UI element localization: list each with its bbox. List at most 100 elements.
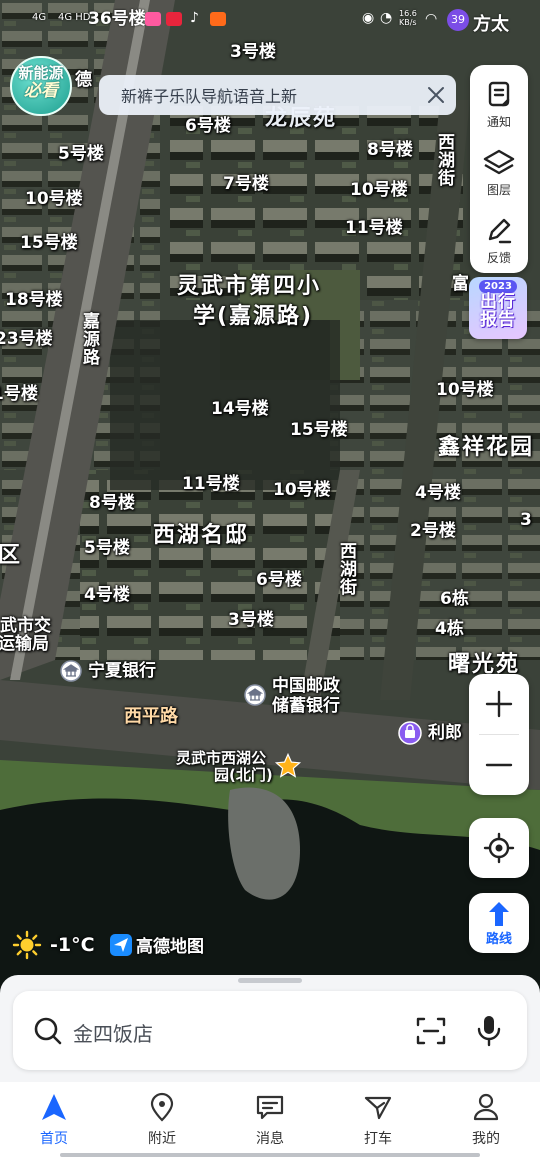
building-label[interactable]: 3号楼	[230, 44, 276, 61]
area-label-school-line2[interactable]: 学(嘉源路)	[193, 306, 313, 328]
building-label[interactable]: 10号楼	[350, 182, 408, 199]
wifi-icon: ◠	[425, 11, 438, 27]
poi-lilang[interactable]: 利郎	[398, 721, 462, 745]
building-label[interactable]: 11号楼	[182, 476, 240, 493]
building-label[interactable]: 10号楼	[273, 482, 331, 499]
brand-name: 高德地图	[136, 937, 204, 957]
route-button[interactable]: 路线	[469, 893, 529, 953]
building-label[interactable]: 15号楼	[290, 422, 348, 439]
tool-label: 反馈	[486, 251, 511, 265]
report-line1: 出行	[480, 292, 516, 312]
building-label[interactable]: 1号楼	[0, 386, 38, 403]
building-label[interactable]: 18号楼	[5, 292, 63, 309]
building-label[interactable]: 4栋	[435, 621, 464, 638]
bank-icon	[244, 684, 266, 706]
scan-icon[interactable]	[415, 1015, 447, 1047]
promo-line1: 新能源	[18, 64, 64, 82]
notification-icon	[488, 81, 510, 107]
close-icon[interactable]	[424, 83, 448, 107]
tab-taxi[interactable]: 打车	[338, 1092, 418, 1148]
microphone-icon[interactable]	[474, 1013, 504, 1049]
building-label[interactable]: 8号楼	[89, 495, 135, 512]
building-label-partial[interactable]: 3	[520, 512, 532, 529]
tab-home[interactable]: 首页	[14, 1092, 94, 1148]
app-icon	[145, 12, 161, 26]
crosshair-icon	[483, 832, 515, 864]
satellite-map[interactable]: 3号楼 6号楼 8号楼 5号楼 7号楼 10号楼 10号楼 11号楼 15号楼 …	[0, 0, 540, 1075]
tool-label: 图层	[486, 183, 511, 197]
home-indicator	[60, 1153, 480, 1157]
building-label[interactable]: 5号楼	[58, 146, 104, 163]
travel-report-badge[interactable]: 2023 出行 报告	[469, 277, 527, 339]
tiktok-icon: ♪	[190, 10, 199, 26]
star-icon	[274, 752, 302, 778]
area-label-shuguang[interactable]: 曙光苑	[448, 654, 520, 676]
tab-profile[interactable]: 我的	[446, 1092, 526, 1148]
tool-layers[interactable]: 图层	[470, 137, 528, 205]
poi-transport-line1[interactable]: 武市交	[0, 618, 51, 635]
feedback-pen-icon	[488, 218, 512, 244]
tab-label: 打车	[364, 1131, 392, 1147]
road-label-fu[interactable]: 富	[452, 276, 469, 293]
tab-nearby[interactable]: 附近	[122, 1092, 202, 1148]
area-label-school-line1[interactable]: 灵武市第四小	[177, 276, 321, 298]
search-bar[interactable]: 金四饭店	[13, 991, 527, 1070]
building-label[interactable]: 10号楼	[436, 382, 494, 399]
building-label[interactable]: 6号楼	[256, 572, 302, 589]
poi-label: 宁夏银行	[88, 660, 156, 681]
zoom-control	[469, 674, 529, 795]
location-pin-icon	[150, 1092, 174, 1122]
road-label-jiayuan[interactable]: 嘉源路	[79, 312, 99, 366]
tab-label: 我的	[472, 1131, 500, 1147]
building-label[interactable]: 5号楼	[84, 540, 130, 557]
building-label[interactable]: 2号楼	[410, 523, 456, 540]
new-energy-promo-badge[interactable]: 新能源 必看	[10, 56, 72, 116]
notification-banner[interactable]: 新裤子乐队导航语音上新	[99, 75, 456, 115]
area-label-xihu[interactable]: 西湖名邸	[153, 525, 249, 547]
search-icon	[34, 1017, 62, 1045]
poi-ningxia-bank[interactable]: 宁夏银行	[60, 660, 156, 682]
status-overlay-label: 36号楼	[88, 9, 146, 29]
route-arrow-icon	[489, 901, 509, 926]
poi-label: 灵武市西湖公	[176, 749, 267, 767]
road-label-xiping[interactable]: 西平路	[124, 708, 178, 726]
building-label[interactable]: 6号楼	[185, 118, 231, 135]
building-label[interactable]: 6栋	[440, 591, 469, 608]
brand-logo: 高德地图	[110, 932, 204, 957]
road-label-xihu-lower[interactable]: 西湖街	[336, 542, 356, 596]
sheet-drag-handle[interactable]	[238, 978, 302, 983]
promo-line2: 必看	[24, 81, 58, 102]
road-label-xihu-upper[interactable]: 西湖街	[434, 133, 454, 187]
tool-feedback[interactable]: 反馈	[470, 205, 528, 273]
signal-label: 4G HD	[58, 12, 91, 23]
battery-indicator: 39	[447, 9, 469, 31]
zoom-out-button[interactable]	[469, 735, 529, 795]
road-label-de[interactable]: 德	[75, 72, 92, 89]
building-label[interactable]: 4号楼	[415, 485, 461, 502]
shopping-icon	[398, 721, 422, 745]
building-label[interactable]: 14号楼	[211, 401, 269, 418]
weather-widget[interactable]: -1°C	[12, 930, 95, 960]
app-icon	[210, 12, 226, 26]
tool-label: 通知	[486, 115, 511, 129]
building-label[interactable]: 23号楼	[0, 331, 53, 348]
zoom-in-button[interactable]	[469, 674, 529, 734]
building-label[interactable]: 15号楼	[20, 235, 78, 252]
user-icon	[473, 1093, 499, 1121]
building-label[interactable]: 3号楼	[228, 612, 274, 629]
poi-transport-line2[interactable]: 运输局	[0, 636, 49, 653]
locate-me-button[interactable]	[469, 818, 529, 878]
tab-messages[interactable]: 消息	[230, 1092, 310, 1148]
building-label[interactable]: 8号楼	[367, 142, 413, 159]
building-label[interactable]: 10号楼	[25, 191, 83, 208]
report-line2: 报告	[480, 310, 516, 330]
area-label-xiangfu[interactable]: 鑫祥花园	[438, 437, 534, 459]
building-label[interactable]: 11号楼	[345, 220, 403, 237]
building-label[interactable]: 4号楼	[84, 587, 130, 604]
network-speed: 16.6 KB/s	[399, 9, 417, 27]
building-label[interactable]: 7号楼	[223, 176, 269, 193]
tab-label: 首页	[40, 1131, 68, 1147]
tool-notification[interactable]: 通知	[470, 69, 528, 137]
location-status-icon: ◉	[362, 10, 375, 26]
area-label-edge[interactable]: 区	[0, 545, 22, 567]
